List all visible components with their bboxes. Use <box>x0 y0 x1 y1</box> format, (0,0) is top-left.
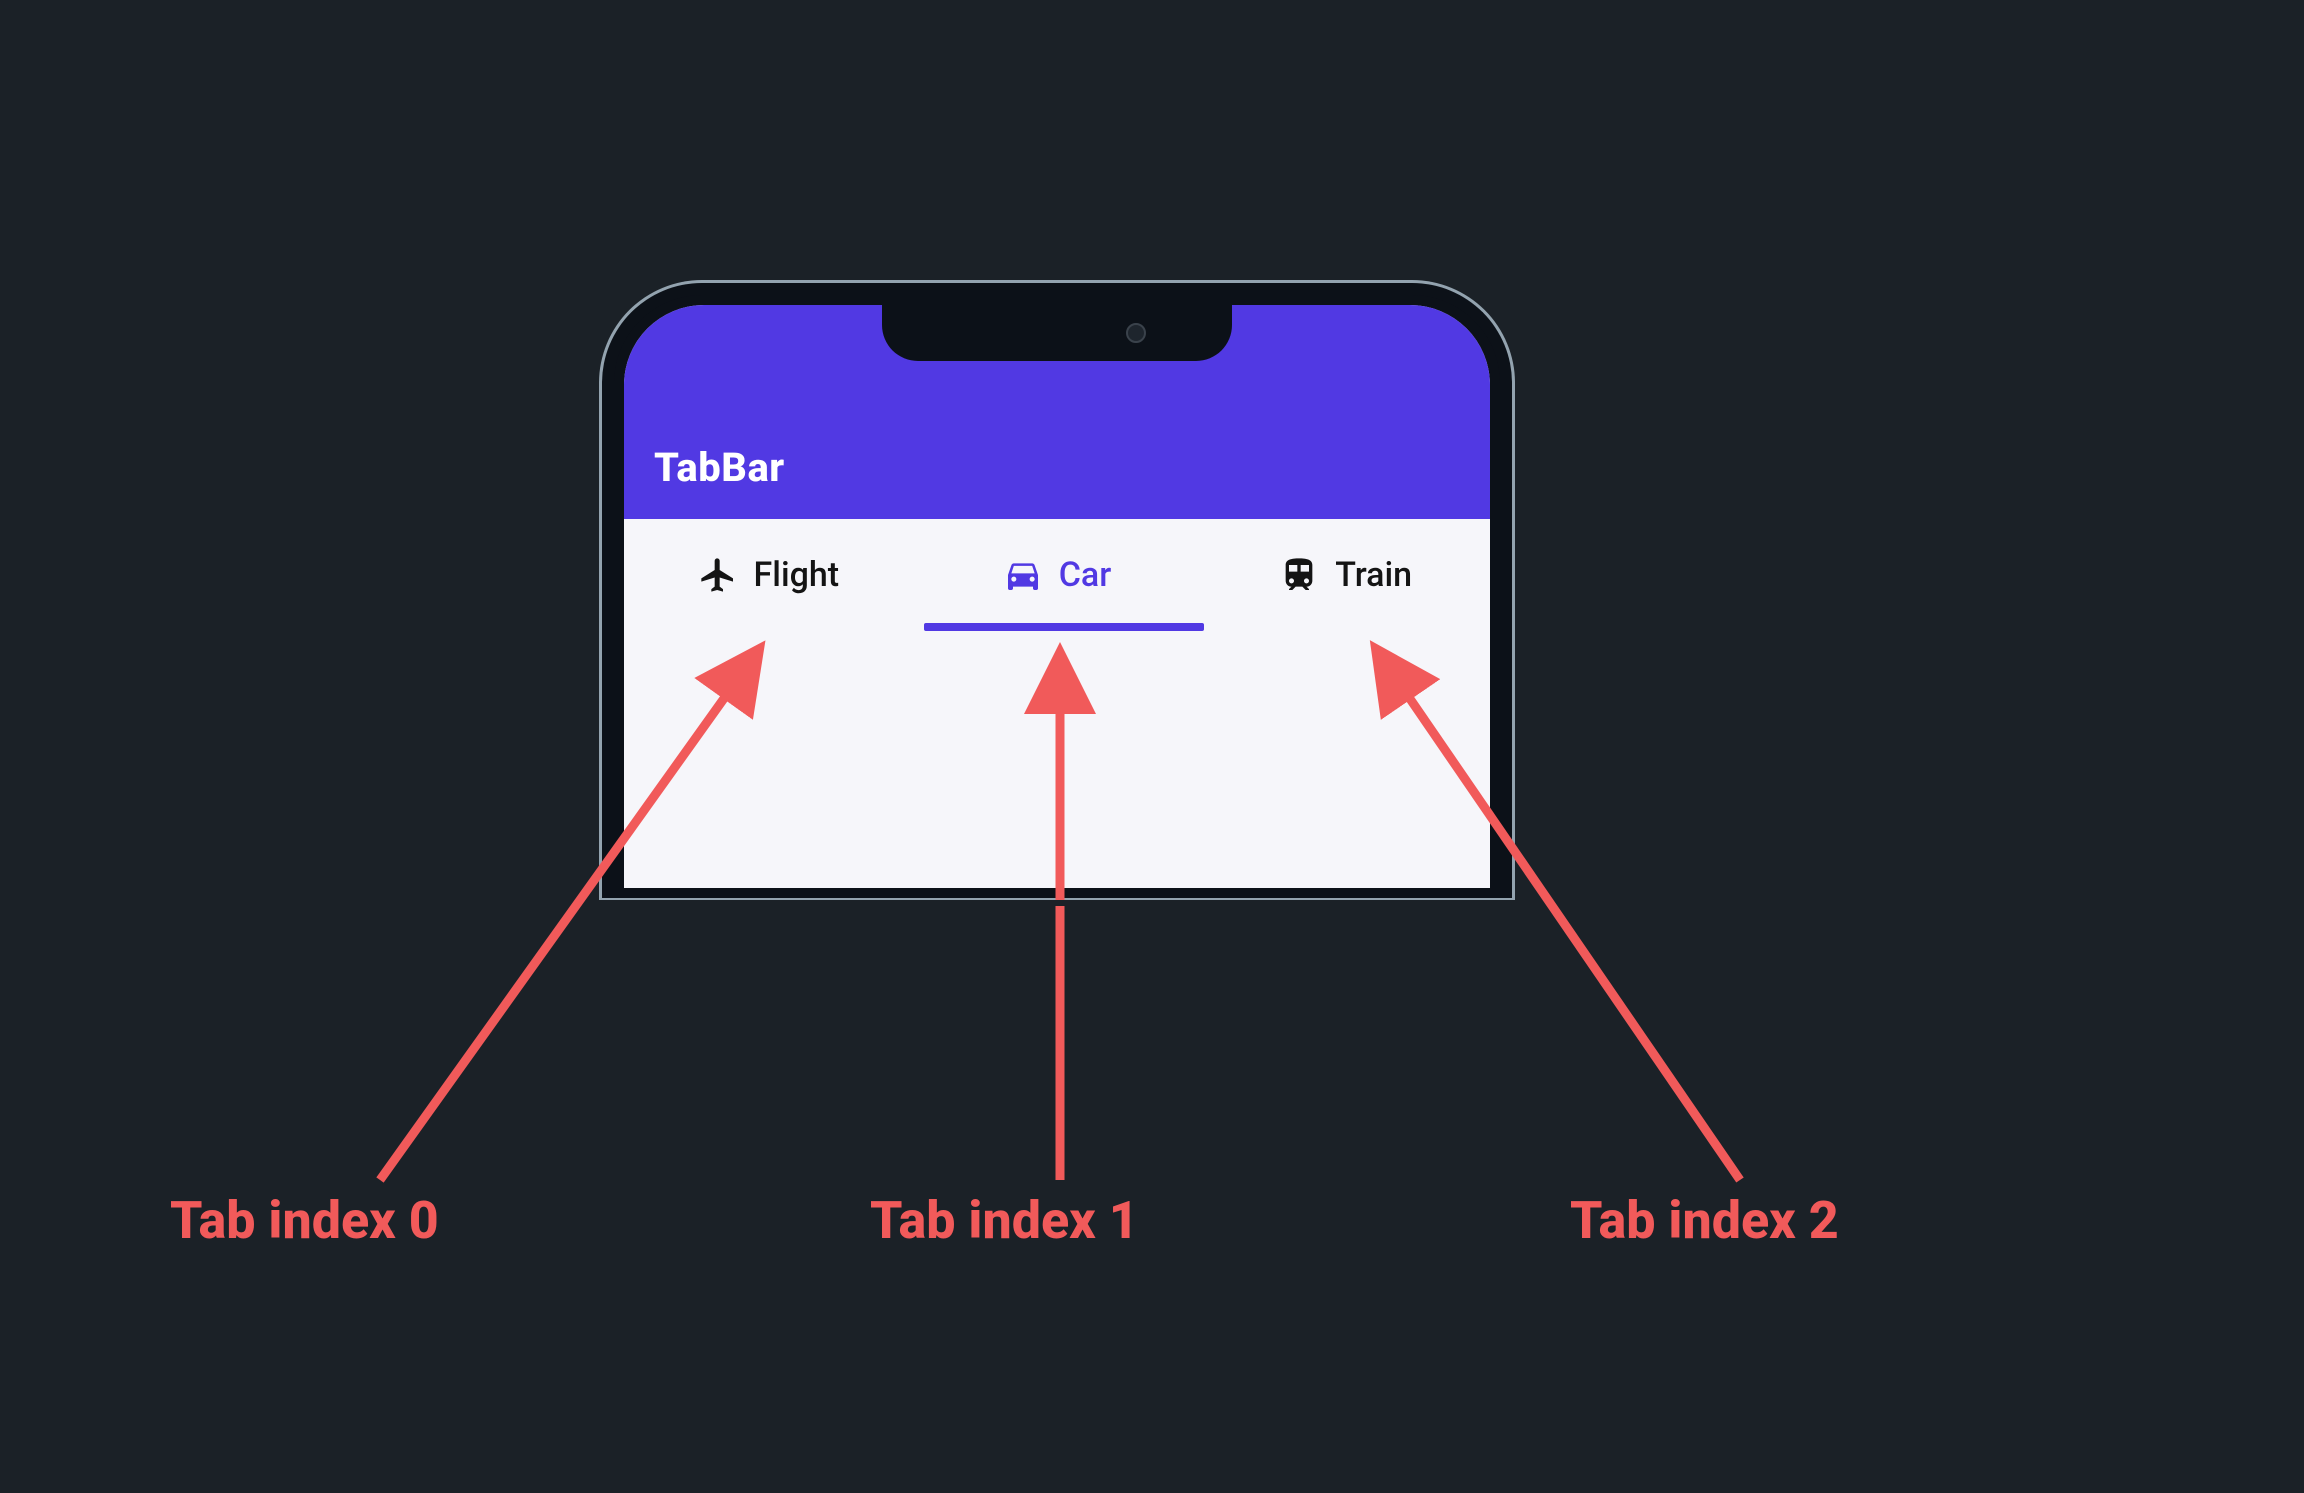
train-icon <box>1279 555 1319 595</box>
annotation-label-1: Tab index 1 <box>870 1190 1139 1251</box>
annotation-label-2: Tab index 2 <box>1570 1190 1839 1251</box>
camera-dot-icon <box>1126 323 1146 343</box>
airplane-icon <box>698 555 738 595</box>
phone-frame: TabBar Flight Car <box>602 283 1512 898</box>
phone-notch <box>882 305 1232 361</box>
tab-bar: Flight Car Train <box>624 519 1490 631</box>
phone-cut-mask <box>598 900 1516 906</box>
tab-car[interactable]: Car <box>913 519 1202 631</box>
annotation-label-0: Tab index 0 <box>170 1190 439 1251</box>
tab-indicator <box>924 623 1204 631</box>
tab-train[interactable]: Train <box>1201 519 1490 631</box>
tab-label-flight: Flight <box>754 555 840 595</box>
tab-label-train: Train <box>1335 555 1412 595</box>
car-icon <box>1003 555 1043 595</box>
tab-flight[interactable]: Flight <box>624 519 913 631</box>
diagram-stage: TabBar Flight Car <box>0 0 2304 1493</box>
phone-screen: TabBar Flight Car <box>624 305 1490 888</box>
blank-content-area <box>624 631 1490 888</box>
tab-label-car: Car <box>1059 555 1112 595</box>
app-bar-title: TabBar <box>654 444 785 491</box>
